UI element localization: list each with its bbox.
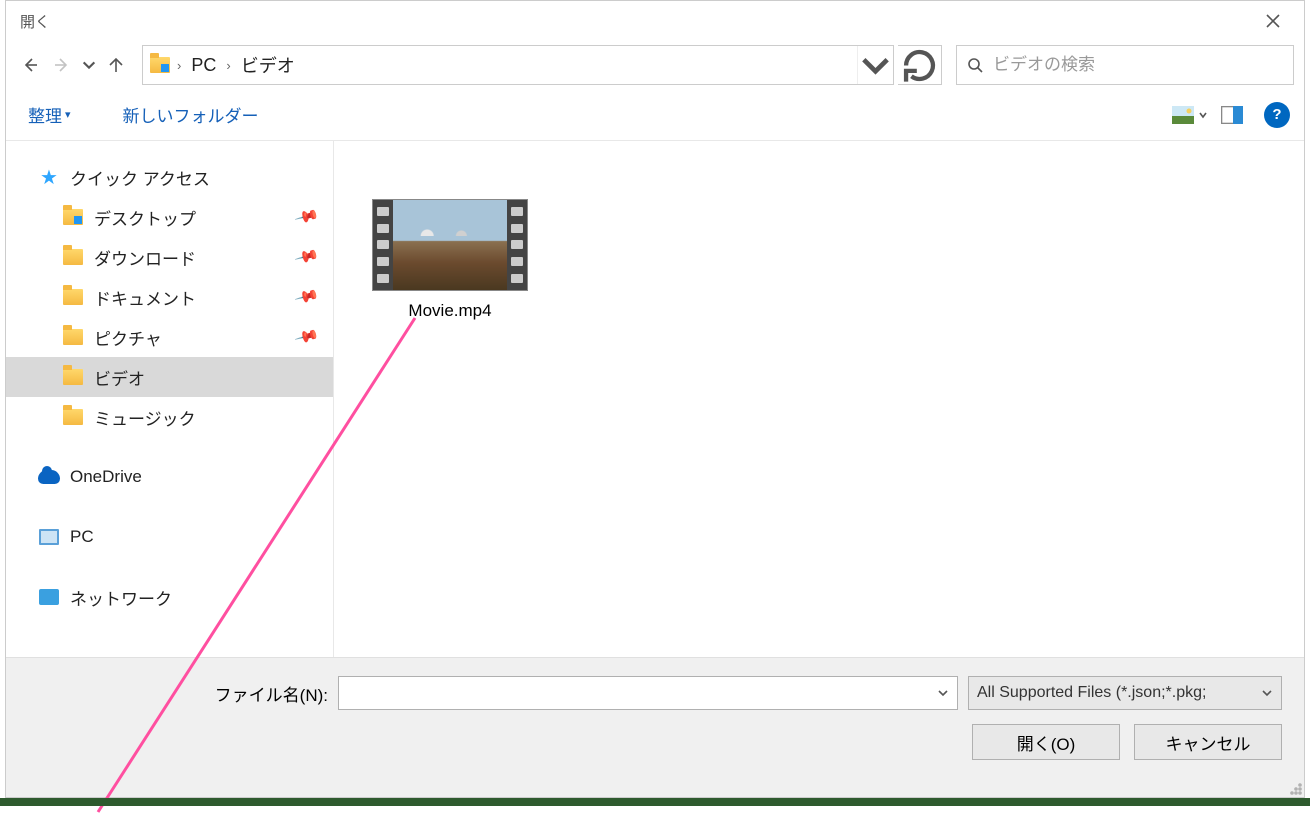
cancel-button[interactable]: キャンセル <box>1134 724 1282 760</box>
network-icon <box>39 589 59 605</box>
breadcrumb-separator-icon: › <box>222 58 234 73</box>
dialog-title: 開く <box>20 11 50 32</box>
help-button[interactable]: ? <box>1264 102 1290 128</box>
pin-icon: 📌 <box>293 203 320 230</box>
navigation-tree: ★ クイック アクセス デスクトップ 📌 ダウンロード 📌 ドキュメント 📌 ピ… <box>6 141 334 657</box>
organize-menu[interactable]: 整理▾ <box>20 98 79 131</box>
tree-pc[interactable]: PC <box>6 517 333 557</box>
filetype-label: All Supported Files (*.json;*.pkg; <box>977 684 1261 702</box>
tree-label: デスクトップ <box>94 205 196 230</box>
search-box[interactable] <box>956 45 1294 85</box>
dialog-body: ★ クイック アクセス デスクトップ 📌 ダウンロード 📌 ドキュメント 📌 ピ… <box>6 141 1304 657</box>
chevron-down-icon <box>937 687 949 699</box>
preview-pane-button[interactable] <box>1214 100 1250 130</box>
filename-history-button[interactable] <box>929 677 957 709</box>
open-button[interactable]: 開く(O) <box>972 724 1120 760</box>
refresh-button[interactable] <box>898 45 942 85</box>
toolbar: 整理▾ 新しいフォルダー ? <box>6 89 1304 141</box>
tree-documents[interactable]: ドキュメント 📌 <box>6 277 333 317</box>
file-item[interactable]: Movie.mp4 <box>370 199 530 321</box>
chevron-down-icon <box>1198 110 1208 120</box>
tree-downloads[interactable]: ダウンロード 📌 <box>6 237 333 277</box>
tree-quick-access[interactable]: ★ クイック アクセス <box>6 157 333 197</box>
tree-onedrive[interactable]: OneDrive <box>6 457 333 497</box>
tree-label: OneDrive <box>70 467 142 487</box>
filename-input-wrap <box>338 676 958 710</box>
tree-label: ピクチャ <box>94 325 162 350</box>
tree-label: ミュージック <box>94 405 196 430</box>
folder-icon <box>63 289 83 305</box>
tree-label: ビデオ <box>94 365 145 390</box>
resize-grip-icon[interactable] <box>1288 781 1302 795</box>
help-icon: ? <box>1272 106 1281 123</box>
arrow-up-icon <box>108 57 124 73</box>
breadcrumb-separator-icon: › <box>173 58 185 73</box>
pin-icon: 📌 <box>293 243 320 270</box>
chevron-down-icon <box>1261 687 1273 699</box>
pin-icon: 📌 <box>293 283 320 310</box>
chevron-down-icon <box>81 57 97 73</box>
decorative-bar <box>0 798 1310 806</box>
folder-icon <box>63 329 83 345</box>
chevron-down-icon <box>858 48 893 83</box>
arrow-left-icon <box>22 57 38 73</box>
view-mode-button[interactable] <box>1172 100 1208 130</box>
videos-folder-icon <box>149 54 171 76</box>
pc-icon <box>39 529 59 545</box>
filetype-select[interactable]: All Supported Files (*.json;*.pkg; <box>968 676 1282 710</box>
onedrive-icon <box>38 470 60 484</box>
tree-label: ダウンロード <box>94 245 196 270</box>
filmstrip-icon <box>373 200 393 290</box>
filename-input[interactable] <box>339 677 929 709</box>
file-name: Movie.mp4 <box>408 301 491 321</box>
filmstrip-icon <box>507 200 527 290</box>
breadcrumb-segment[interactable]: PC <box>187 55 220 76</box>
tree-label: ドキュメント <box>94 285 196 310</box>
video-thumbnail <box>372 199 528 291</box>
folder-icon <box>63 369 83 385</box>
star-icon: ★ <box>40 165 58 190</box>
tree-network[interactable]: ネットワーク <box>6 577 333 617</box>
pin-icon: 📌 <box>293 323 320 350</box>
organize-label: 整理 <box>28 102 62 127</box>
folder-icon <box>63 249 83 265</box>
file-list[interactable]: Movie.mp4 <box>334 141 1304 657</box>
tree-music[interactable]: ミュージック <box>6 397 333 437</box>
close-icon <box>1266 14 1280 28</box>
title-bar: 開く <box>6 1 1304 41</box>
forward-button[interactable] <box>48 51 76 79</box>
search-input[interactable] <box>993 55 1283 75</box>
chevron-down-icon: ▾ <box>65 108 71 121</box>
up-button[interactable] <box>102 51 130 79</box>
new-folder-button[interactable]: 新しいフォルダー <box>115 98 267 131</box>
open-file-dialog: 開く › PC › ビデオ 整理▾ 新しいフォルダー <box>5 0 1305 798</box>
address-dropdown[interactable] <box>857 46 893 84</box>
breadcrumb-segment[interactable]: ビデオ <box>237 52 299 78</box>
address-bar[interactable]: › PC › ビデオ <box>142 45 894 85</box>
filename-label: ファイル名(N): <box>28 681 328 706</box>
tree-label: クイック アクセス <box>70 165 210 190</box>
navigation-row: › PC › ビデオ <box>6 41 1304 89</box>
dialog-footer: ファイル名(N): All Supported Files (*.json;*.… <box>6 657 1304 797</box>
refresh-icon <box>898 44 941 87</box>
search-icon <box>967 57 983 73</box>
back-button[interactable] <box>16 51 44 79</box>
tree-label: PC <box>70 527 94 547</box>
folder-icon <box>63 409 83 425</box>
picture-icon <box>1172 106 1194 124</box>
tree-pictures[interactable]: ピクチャ 📌 <box>6 317 333 357</box>
new-folder-label: 新しいフォルダー <box>123 102 259 127</box>
arrow-right-icon <box>54 57 70 73</box>
tree-label: ネットワーク <box>70 585 172 610</box>
recent-locations-button[interactable] <box>80 51 98 79</box>
preview-pane-icon <box>1221 106 1243 124</box>
tree-desktop[interactable]: デスクトップ 📌 <box>6 197 333 237</box>
tree-videos[interactable]: ビデオ <box>6 357 333 397</box>
close-button[interactable] <box>1250 6 1296 36</box>
breadcrumb-path: › PC › ビデオ <box>143 52 857 78</box>
folder-icon <box>63 209 83 225</box>
